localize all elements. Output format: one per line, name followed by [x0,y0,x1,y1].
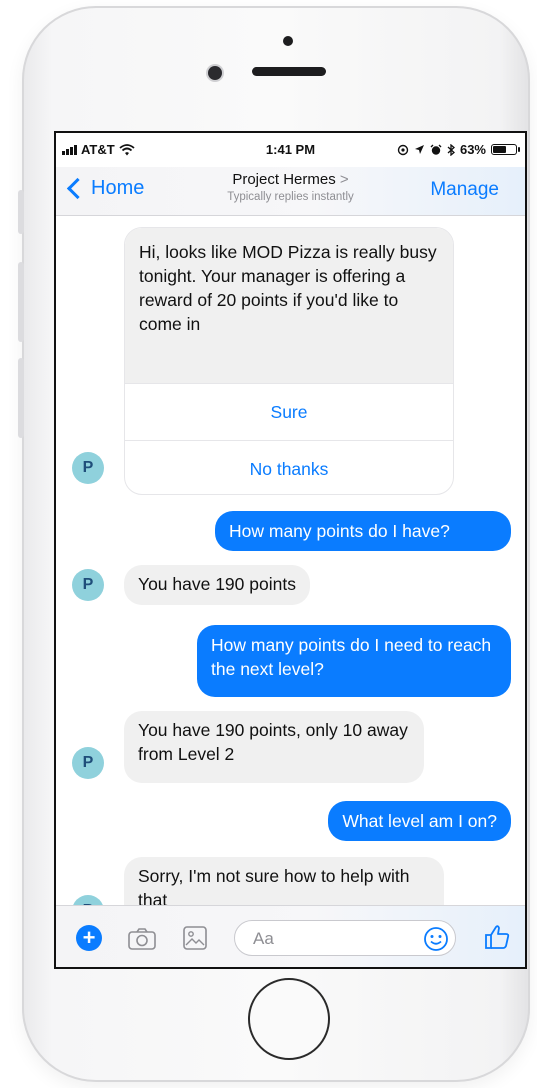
avatar[interactable]: P [72,569,104,601]
proximity-sensor [283,36,293,46]
alarm-icon [430,144,442,155]
arrow-icon [414,145,424,154]
status-bar: AT&T 1:41 PM 63% [56,133,525,167]
emoji-icon[interactable] [423,926,449,952]
image-icon[interactable] [182,925,208,951]
message-sent: How many points do I need to reach the n… [197,625,511,697]
status-right: 63% [397,142,520,157]
phone-screen: AT&T 1:41 PM 63% Home Project Hermes > T… [54,131,527,969]
quick-reply-card: Hi, looks like MOD Pizza is really busy … [124,227,454,495]
message-received: You have 190 points [124,565,310,605]
plus-icon[interactable]: + [76,925,102,951]
volume-down-button [18,358,24,438]
bluetooth-icon [447,143,455,156]
location-icon [397,144,409,155]
chevron-right-icon: > [339,171,349,188]
message-sent: How many points do I have? [215,511,511,551]
message-received: Sorry, I'm not sure how to help with tha… [124,857,444,905]
battery-percent: 63% [459,142,486,157]
mute-switch [18,190,24,234]
home-button[interactable] [248,978,330,1060]
message-input[interactable] [251,927,405,951]
earpiece-speaker [252,67,326,76]
card-message-text: Hi, looks like MOD Pizza is really busy … [125,228,453,383]
composer-bar: + [56,905,525,967]
no-thanks-button[interactable]: No thanks [125,440,453,494]
avatar[interactable]: P [72,747,104,779]
like-icon[interactable] [483,923,511,951]
message-sent: What level am I on? [328,801,511,841]
nav-bar: Home Project Hermes > Typically replies … [56,167,525,216]
manage-button[interactable]: Manage [430,179,499,201]
battery-icon [491,144,520,155]
battery-fill [493,146,507,153]
sure-button[interactable]: Sure [125,383,453,440]
message-list[interactable]: Hi, looks like MOD Pizza is really busy … [56,215,525,905]
avatar[interactable]: P [72,452,104,484]
message-input-pill[interactable] [234,920,456,956]
camera-icon[interactable] [128,928,156,950]
volume-up-button [18,262,24,342]
message-received: You have 190 points, only 10 away from L… [124,711,424,783]
avatar[interactable]: P [72,895,104,905]
front-camera [208,66,222,80]
